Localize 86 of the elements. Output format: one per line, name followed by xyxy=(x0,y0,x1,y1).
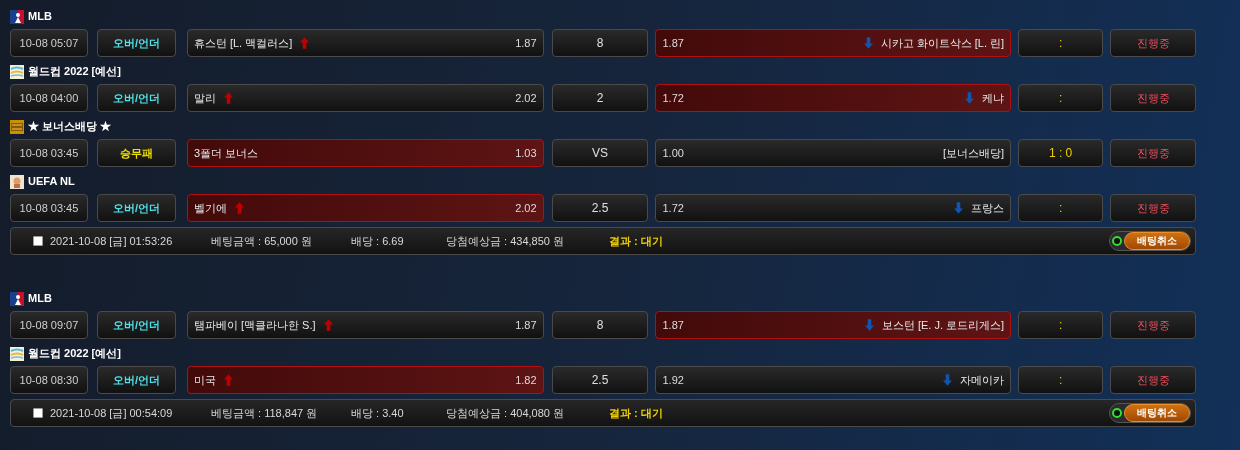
odds-value: 1.03 xyxy=(515,145,537,161)
league-logo-icon xyxy=(10,120,24,134)
status-label: 진행중 xyxy=(1110,311,1196,339)
odds-value: 1.87 xyxy=(662,35,684,51)
team-name: 탬파베이 [맥클라나한 S.] xyxy=(193,317,316,333)
team-name: 시카고 화이트삭스 [L. 린] xyxy=(880,35,1005,51)
score: : xyxy=(1018,29,1104,57)
bet-date: 2021-10-08 [금] 00:54:09 xyxy=(50,405,174,421)
bet-result: 결과 : 대기 xyxy=(609,405,663,421)
odds-value: 1.72 xyxy=(662,90,684,106)
status-label: 진행중 xyxy=(1110,139,1196,167)
odds-value: 1.87 xyxy=(662,317,684,333)
match-time: 10-08 05:07 xyxy=(10,29,88,57)
bet-date: 2021-10-08 [금] 01:53:26 xyxy=(50,233,174,249)
odds-value: 2.02 xyxy=(515,200,537,216)
team-name: [보너스배당] xyxy=(943,145,1005,161)
score: : xyxy=(1018,194,1104,222)
cancel-bet-button[interactable]: 배팅취소 xyxy=(1109,231,1191,251)
odds-option[interactable]: 미국 1.82 xyxy=(186,366,544,394)
score: : xyxy=(1018,84,1104,112)
team-name: 케냐 xyxy=(982,90,1005,106)
bet-odds: 배당 : 3.40 xyxy=(351,405,405,421)
league-logo-icon xyxy=(10,175,24,189)
odds-option[interactable]: 1.72 케냐 xyxy=(655,84,1012,112)
odds-value: 1.87 xyxy=(515,317,537,333)
odds-option[interactable]: 말리 2.02 xyxy=(186,84,544,112)
odds-option[interactable]: 1.87 보스턴 [E. J. 로드리게스] xyxy=(655,311,1012,339)
team-name: 말리 xyxy=(193,90,216,106)
match-time: 10-08 03:45 xyxy=(10,139,88,167)
league-name: MLB xyxy=(28,290,52,306)
team-name: 휴스턴 [L. 맥컬러스] xyxy=(193,35,293,51)
market-type: 승무패 xyxy=(96,139,176,167)
score: : xyxy=(1018,311,1104,339)
expected-payout: 당첨예상금 : 434,850 원 xyxy=(446,233,565,249)
status-label: 진행중 xyxy=(1110,29,1196,57)
cancel-bet-button[interactable]: 배팅취소 xyxy=(1109,403,1191,423)
checkbox[interactable] xyxy=(33,408,43,418)
match-time: 10-08 09:07 xyxy=(10,311,88,339)
league-name: MLB xyxy=(28,8,52,24)
match-time: 10-08 03:45 xyxy=(10,194,88,222)
score: 1 : 0 xyxy=(1018,139,1104,167)
odds-option[interactable]: 휴스턴 [L. 맥컬러스] 1.87 xyxy=(186,29,544,57)
odds-value: 1.00 xyxy=(662,145,684,161)
status-label: 진행중 xyxy=(1110,366,1196,394)
expected-payout: 당첨예상금 : 404,080 원 xyxy=(446,405,565,421)
bet-odds: 배당 : 6.69 xyxy=(351,233,405,249)
status-label: 진행중 xyxy=(1110,84,1196,112)
bet-amount: 베팅금액 : 65,000 원 xyxy=(211,233,313,249)
odds-option[interactable]: 3폴더 보너스 1.03 xyxy=(186,139,544,167)
league-name: ★ 보너스배당 ★ xyxy=(28,118,112,134)
odds-option[interactable]: 탬파베이 [맥클라나한 S.] 1.87 xyxy=(186,311,544,339)
league-logo-icon xyxy=(10,347,24,361)
league-name: 월드컵 2022 [예선] xyxy=(28,345,121,361)
odds-value: 1.82 xyxy=(515,372,537,388)
team-name: 자메이카 xyxy=(960,372,1005,388)
odds-option[interactable]: 벨기에 2.02 xyxy=(186,194,544,222)
status-label: 진행중 xyxy=(1110,194,1196,222)
odds-option[interactable]: 1.00 [보너스배당] xyxy=(655,139,1012,167)
market-type: 오버/언더 xyxy=(96,366,176,394)
team-name: 미국 xyxy=(193,372,216,388)
match-time: 10-08 08:30 xyxy=(10,366,88,394)
odds-value: 1.72 xyxy=(662,200,684,216)
odds-option[interactable]: 1.92 자메이카 xyxy=(655,366,1012,394)
league-name: 월드컵 2022 [예선] xyxy=(28,63,121,79)
score: : xyxy=(1018,366,1104,394)
league-logo-icon xyxy=(10,10,24,24)
league-name: UEFA NL xyxy=(28,173,75,189)
market-type: 오버/언더 xyxy=(96,84,176,112)
odds-value: 1.92 xyxy=(662,372,684,388)
odds-option[interactable]: 1.72 프랑스 xyxy=(655,194,1012,222)
league-logo-icon xyxy=(10,292,24,306)
market-type: 오버/언더 xyxy=(96,194,176,222)
team-name: 보스턴 [E. J. 로드리게스] xyxy=(881,317,1005,333)
team-name: 3폴더 보너스 xyxy=(193,145,259,161)
odds-value: 2.02 xyxy=(515,90,537,106)
match-time: 10-08 04:00 xyxy=(10,84,88,112)
team-name: 벨기에 xyxy=(193,200,227,216)
team-name: 프랑스 xyxy=(971,200,1005,216)
checkbox[interactable] xyxy=(33,236,43,246)
odds-option[interactable]: 1.87 시카고 화이트삭스 [L. 린] xyxy=(655,29,1012,57)
market-type: 오버/언더 xyxy=(96,29,176,57)
bet-amount: 베팅금액 : 118,847 원 xyxy=(211,405,319,421)
bet-result: 결과 : 대기 xyxy=(609,233,663,249)
league-logo-icon xyxy=(10,65,24,79)
odds-value: 1.87 xyxy=(515,35,537,51)
market-type: 오버/언더 xyxy=(96,311,176,339)
